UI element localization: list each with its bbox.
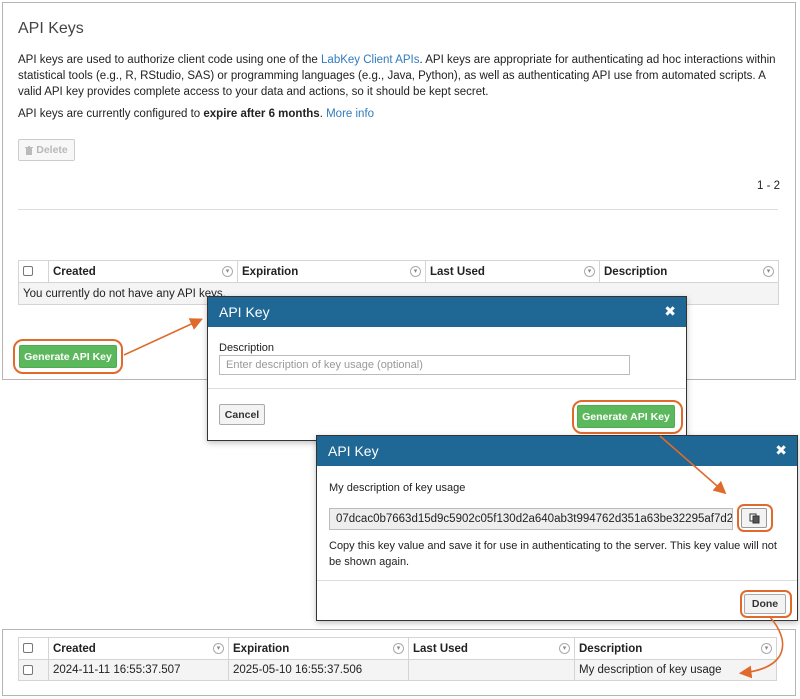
arrow-generate-to-dialog [123,318,203,356]
callout-arrows [123,318,784,679]
arrow-done-to-row [738,616,784,679]
arrow-dialog-to-key [659,435,727,495]
